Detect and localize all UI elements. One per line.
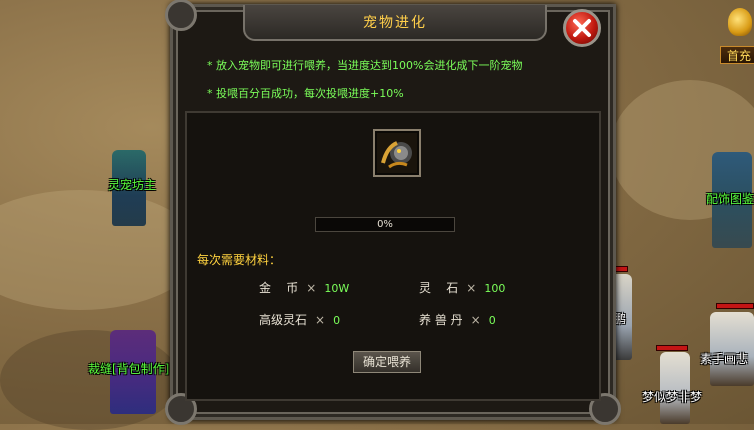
evolution-area: 0% 每次需要材料： 金 币 × 10W 灵 石 × 100 高级灵石 × 0 养 兽 丹 ×…: [185, 111, 601, 401]
progress-text: 0%: [377, 219, 393, 230]
times-sign: ×: [470, 313, 481, 327]
npc-label-accessory[interactable]: 配饰图鉴: [706, 190, 754, 207]
pet-evolution-panel: 宠物进化 * 放入宠物即可进行喂养，当进度达到100%会进化成下一阶宠物 * 投…: [165, 0, 621, 425]
material-name: 金 币: [259, 281, 299, 295]
evolution-progress: 0%: [315, 217, 455, 232]
times-sign: ×: [306, 281, 317, 295]
npc-label-tailor[interactable]: 裁缝[背包制作]: [88, 360, 169, 377]
close-button[interactable]: [563, 9, 601, 47]
close-icon: [573, 19, 591, 37]
material-advanced-stone: 高级灵石 × 0: [259, 311, 340, 328]
material-value: 100: [484, 282, 506, 295]
material-name: 灵 石: [419, 281, 459, 295]
material-name: 高级灵石: [259, 313, 308, 327]
pet-icon: [377, 133, 417, 173]
first-charge-button[interactable]: 首充: [720, 8, 754, 64]
info-line-1: * 放入宠物即可进行喂养，当进度达到100%会进化成下一阶宠物: [207, 59, 523, 72]
material-name: 养 兽 丹: [419, 313, 463, 327]
corner-ornament: [165, 0, 197, 31]
pet-slot[interactable]: [373, 129, 421, 177]
material-spirit-stone: 灵 石 × 100: [419, 279, 505, 296]
material-value: 0: [488, 314, 496, 327]
material-gold: 金 币 × 10W: [259, 279, 349, 296]
panel-title: 宠物进化: [363, 15, 427, 31]
player-label[interactable]: 素手画悲: [700, 350, 748, 367]
material-value: 10W: [324, 282, 350, 295]
material-beast-pill: 养 兽 丹 × 0: [419, 311, 496, 328]
material-value: 0: [333, 314, 341, 327]
confirm-feed-button[interactable]: 确定喂养: [353, 351, 421, 373]
materials-heading: 每次需要材料：: [197, 253, 282, 267]
times-sign: ×: [315, 313, 326, 327]
info-line-2: * 投喂百分百成功，每次投喂进度+10%: [207, 87, 404, 100]
player-figure[interactable]: [710, 312, 754, 386]
player-label[interactable]: 梦似梦非梦: [642, 388, 702, 405]
first-charge-label: 首充: [720, 46, 754, 64]
player-hp-bar: [656, 345, 688, 351]
times-sign: ×: [466, 281, 477, 295]
npc-label-pet-master[interactable]: 灵宠坊主: [108, 176, 156, 193]
title-bar: 宠物进化: [243, 5, 547, 41]
player-hp-bar: [716, 303, 754, 309]
gem-icon: [728, 8, 752, 36]
